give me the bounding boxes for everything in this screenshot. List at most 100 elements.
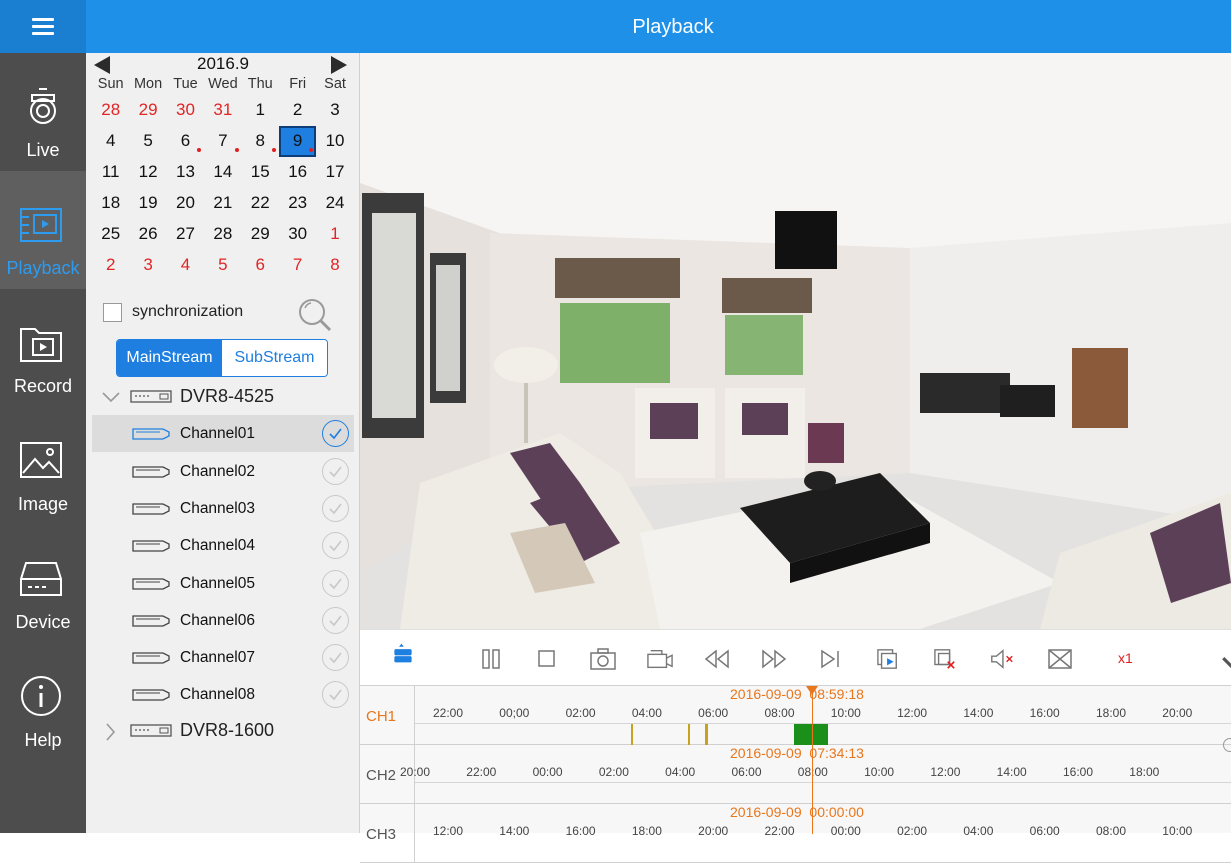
tick-label: 18:00 <box>1129 765 1160 779</box>
recording-track[interactable] <box>415 782 1231 804</box>
calendar-day[interactable]: 20 <box>167 187 204 218</box>
calendar-day[interactable]: 31 <box>204 94 241 125</box>
calendar-day[interactable]: 7 <box>279 249 316 280</box>
calendar-day[interactable]: 6 <box>167 125 204 156</box>
calendar-day[interactable]: 25 <box>92 218 129 249</box>
timeline[interactable]: CH1 2016-09-09 08:59:18 22:00 00;00 02:00 0… <box>360 685 1231 863</box>
channel-row[interactable]: Channel07 <box>92 639 354 676</box>
calendar-day[interactable]: 5 <box>129 125 166 156</box>
channel-checkmark[interactable] <box>322 644 349 672</box>
sync-checkbox[interactable] <box>103 303 122 322</box>
calendar-day[interactable]: 21 <box>204 187 241 218</box>
channel-checkmark[interactable] <box>322 569 349 597</box>
channel-checkmark[interactable] <box>322 494 349 522</box>
nav-item-record[interactable]: Record <box>0 289 86 407</box>
substream-button[interactable]: SubStream <box>222 340 327 376</box>
calendar-day[interactable]: 11 <box>92 156 129 187</box>
timeline-row-ch2[interactable]: CH2 2016-09-09 07:34:13 20:00 22:00 00:00 0… <box>360 745 1231 804</box>
rewind-icon[interactable] <box>704 648 730 670</box>
channel-row[interactable]: Channel03 <box>92 490 354 527</box>
channel-checkmark[interactable] <box>322 681 349 709</box>
channel-checkmark[interactable] <box>322 606 349 634</box>
channel-checkmark[interactable] <box>322 457 349 485</box>
calendar-day[interactable]: 4 <box>167 249 204 280</box>
calendar-day[interactable]: 2 <box>92 249 129 280</box>
calendar-day[interactable]: 5 <box>204 249 241 280</box>
playhead-marker-icon[interactable] <box>806 686 818 695</box>
calendar-day[interactable]: 28 <box>204 218 241 249</box>
mute-icon[interactable] <box>989 648 1015 670</box>
calendar-day[interactable]: 7 <box>204 125 241 156</box>
calendar-day[interactable]: 8 <box>242 125 279 156</box>
calendar-day[interactable]: 9 <box>278 125 316 157</box>
nav-item-playback[interactable]: Playback <box>0 171 86 289</box>
chevron-down-icon[interactable] <box>1220 652 1231 674</box>
recording-track[interactable] <box>415 723 1231 745</box>
channel-row[interactable]: Channel02 <box>92 453 354 490</box>
calendar-day[interactable]: 6 <box>242 249 279 280</box>
calendar-day[interactable]: 12 <box>129 156 166 187</box>
speed-label[interactable]: x1 <box>1118 650 1133 666</box>
channel-checkmark[interactable] <box>322 420 349 448</box>
fast-forward-icon[interactable] <box>761 648 787 670</box>
calendar-day[interactable]: 18 <box>92 187 129 218</box>
video-record-icon[interactable] <box>647 648 673 670</box>
stop-icon[interactable] <box>534 648 560 670</box>
chevron-right-icon[interactable] <box>102 723 120 741</box>
calendar-day[interactable]: 14 <box>204 156 241 187</box>
calendar-day[interactable]: 3 <box>129 249 166 280</box>
calendar-day[interactable]: 26 <box>129 218 166 249</box>
calendar-day[interactable]: 27 <box>167 218 204 249</box>
device-row[interactable]: DVR8-4525 <box>86 379 360 415</box>
calendar-day[interactable]: 8 <box>316 249 353 280</box>
calendar-day[interactable]: 1 <box>316 218 353 249</box>
timeline-row-ch3[interactable]: CH3 2016-09-09 00:00:00 12:00 14:00 16:00 1… <box>360 804 1231 863</box>
next-month-arrow-icon[interactable] <box>331 56 347 74</box>
calendar-day[interactable]: 28 <box>92 94 129 125</box>
calendar-day[interactable]: 15 <box>242 156 279 187</box>
calendar-day[interactable]: 30 <box>167 94 204 125</box>
calendar-day[interactable]: 13 <box>167 156 204 187</box>
search-button[interactable] <box>296 296 336 341</box>
calendar-day[interactable]: 23 <box>279 187 316 218</box>
playback-clip-icon[interactable] <box>875 648 901 670</box>
nav-item-device[interactable]: Device <box>0 525 86 643</box>
channel-row[interactable]: Channel06 <box>92 602 354 639</box>
calendar-day[interactable]: 3 <box>316 94 353 125</box>
calendar-day[interactable]: 24 <box>316 187 353 218</box>
calendar-day[interactable]: 17 <box>316 156 353 187</box>
channel-row[interactable]: Channel04 <box>92 527 354 564</box>
mainstream-button[interactable]: MainStream <box>117 340 222 376</box>
calendar-day[interactable]: 30 <box>279 218 316 249</box>
close-channel-icon[interactable] <box>932 648 958 670</box>
calendar-day[interactable]: 22 <box>242 187 279 218</box>
device-row[interactable]: DVR8-1600 <box>86 713 360 749</box>
video-player[interactable] <box>360 53 1231 629</box>
nav-item-image[interactable]: Image <box>0 407 86 525</box>
channel-row[interactable]: Channel08 <box>92 676 354 713</box>
dvr-select-icon[interactable] <box>390 642 416 664</box>
tick-label: 20:00 <box>399 765 431 779</box>
calendar-day[interactable]: 2 <box>279 94 316 125</box>
nav-item-live[interactable]: Live <box>0 53 86 171</box>
nav-item-help[interactable]: Help <box>0 643 86 761</box>
step-forward-icon[interactable] <box>818 648 844 670</box>
channel-row[interactable]: Channel05 <box>92 565 354 602</box>
calendar-day[interactable]: 1 <box>242 94 279 125</box>
channel-checkmark[interactable] <box>322 532 349 560</box>
calendar-day[interactable]: 4 <box>92 125 129 156</box>
sync-label: synchronization <box>132 303 244 320</box>
channel-row[interactable]: Channel01 <box>92 415 354 453</box>
chevron-down-icon[interactable] <box>102 389 120 407</box>
calendar-day[interactable]: 19 <box>129 187 166 218</box>
pause-icon[interactable] <box>478 648 504 670</box>
timeline-row-ch1[interactable]: CH1 2016-09-09 08:59:18 22:00 00;00 02:00 0… <box>360 686 1231 752</box>
playhead-line[interactable] <box>812 686 813 834</box>
fullscreen-icon[interactable] <box>1047 648 1073 670</box>
calendar-day[interactable]: 29 <box>129 94 166 125</box>
calendar-day[interactable]: 29 <box>242 218 279 249</box>
calendar-day[interactable]: 16 <box>279 156 316 187</box>
calendar-day[interactable]: 10 <box>316 125 353 156</box>
snapshot-icon[interactable] <box>590 648 616 670</box>
calendar-day-number: 2 <box>292 100 303 119</box>
